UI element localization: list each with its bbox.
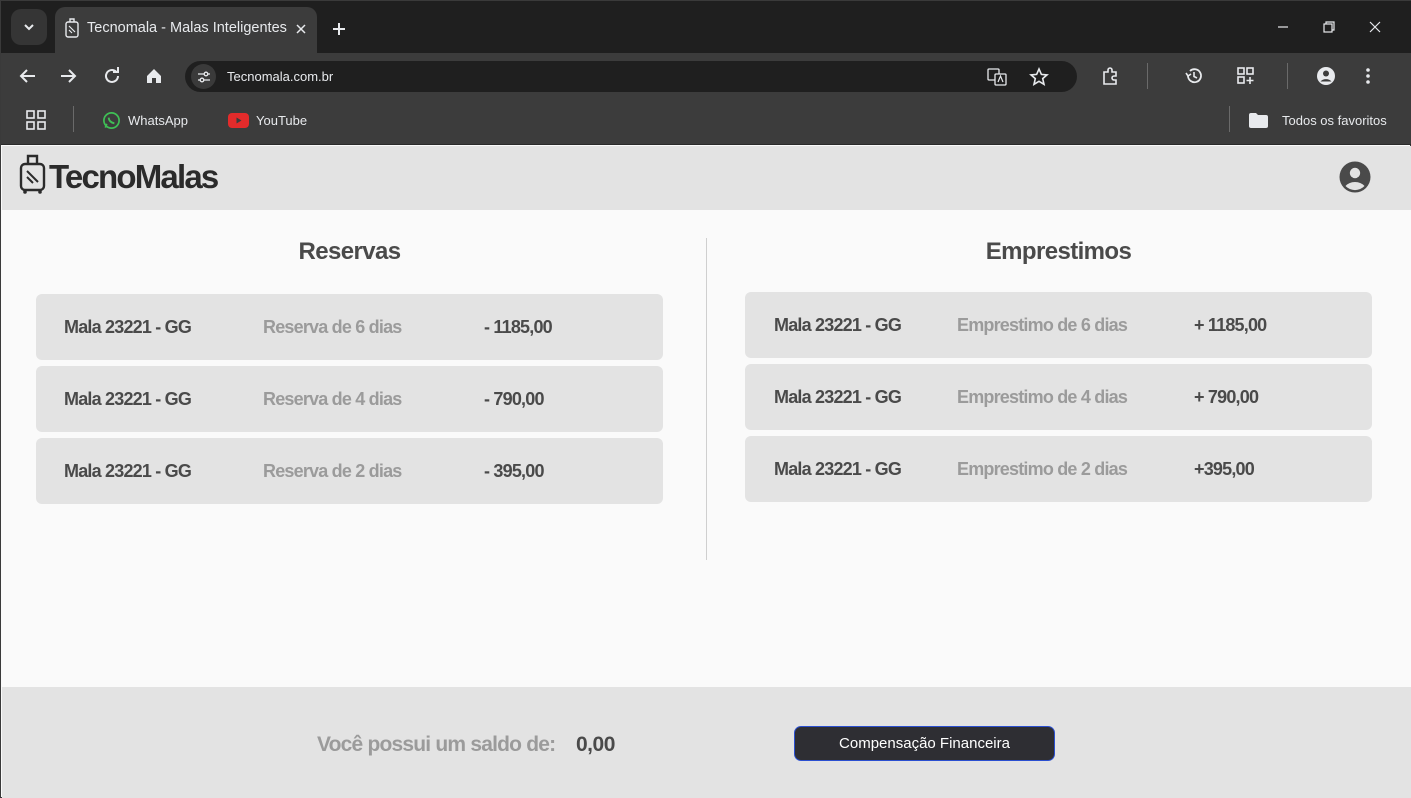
item-description: Emprestimo de 2 dias [957, 459, 1128, 479]
arrow-left-icon [19, 69, 35, 83]
new-tab-button[interactable] [327, 17, 351, 41]
section-divider [706, 238, 707, 560]
grid-add-icon [1237, 67, 1254, 84]
chevron-down-icon [24, 24, 34, 31]
back-button[interactable] [15, 63, 41, 89]
plus-icon [333, 23, 345, 35]
tune-icon [197, 71, 210, 82]
apps-grid-icon[interactable] [25, 109, 47, 131]
browser-toolbar: Tecnomala.com.br [1, 53, 1411, 99]
translate-button[interactable] [985, 65, 1009, 89]
restore-button[interactable] [1317, 15, 1341, 39]
bookmark-youtube[interactable]: YouTube [228, 109, 307, 131]
emprestimo-card[interactable]: Mala 23221 - GG Emprestimo de 6 dias + 1… [745, 292, 1372, 358]
active-tab[interactable]: Tecnomala - Malas Inteligentes [55, 7, 317, 53]
page-content: TecnoMalas Reservas Mala 23221 - GG Rese… [2, 146, 1411, 798]
home-button[interactable] [141, 63, 167, 89]
item-value: + 1185,00 [1194, 315, 1267, 335]
item-value: - 1185,00 [484, 317, 553, 337]
more-vert-icon [1366, 68, 1370, 84]
item-name: Mala 23221 - GG [774, 459, 902, 479]
minimize-icon [1278, 26, 1288, 28]
item-description: Reserva de 2 dias [263, 461, 402, 481]
all-bookmarks-label: Todos os favoritos [1282, 112, 1387, 128]
close-icon [296, 24, 306, 34]
reload-button[interactable] [99, 63, 125, 89]
site-header: TecnoMalas [2, 146, 1411, 210]
reload-icon [105, 67, 119, 83]
item-name: Mala 23221 - GG [64, 389, 192, 409]
whatsapp-icon [103, 111, 120, 129]
forward-button[interactable] [55, 63, 81, 89]
item-name: Mala 23221 - GG [64, 461, 192, 481]
item-description: Reserva de 4 dias [263, 389, 402, 409]
history-button[interactable] [1181, 63, 1207, 89]
address-bar[interactable]: Tecnomala.com.br [185, 61, 1077, 92]
account-circle-icon [1317, 67, 1335, 85]
tab-close-button[interactable] [291, 19, 311, 39]
bookmarks-bar: WhatsApp YouTube Todos os favoritos [1, 99, 1411, 145]
url-text: Tecnomala.com.br [227, 69, 334, 84]
bookmark-label: WhatsApp [128, 112, 188, 128]
item-value: + 790,00 [1194, 387, 1259, 407]
item-name: Mala 23221 - GG [774, 315, 902, 335]
menu-button[interactable] [1355, 63, 1381, 89]
balance-footer: Você possui um saldo de: 0,00 Compensaçã… [2, 687, 1411, 798]
profile-button[interactable] [1313, 63, 1339, 89]
toolbar-separator [1147, 63, 1148, 89]
bookmark-star-button[interactable] [1027, 65, 1051, 89]
reserva-card[interactable]: Mala 23221 - GG Reserva de 2 dias - 395,… [36, 438, 663, 504]
item-description: Emprestimo de 6 dias [957, 315, 1128, 335]
emprestimo-card[interactable]: Mala 23221 - GG Emprestimo de 2 dias +39… [745, 436, 1372, 502]
user-profile-icon[interactable] [1338, 160, 1372, 194]
bookmark-separator [73, 106, 74, 132]
folder-icon [1249, 112, 1268, 128]
item-name: Mala 23221 - GG [64, 317, 192, 337]
history-icon [1185, 68, 1202, 84]
balance-label: Você possui um saldo de: [317, 733, 556, 756]
home-icon [147, 69, 161, 83]
youtube-icon [228, 112, 249, 128]
close-icon [1369, 21, 1381, 33]
puzzle-icon [1103, 67, 1117, 85]
tab-groups-button[interactable] [1233, 63, 1259, 89]
item-value: - 395,00 [484, 461, 544, 481]
item-description: Reserva de 6 dias [263, 317, 402, 337]
balance-value: 0,00 [576, 733, 615, 756]
emprestimos-title: Emprestimos [985, 238, 1132, 265]
item-value: +395,00 [1194, 459, 1255, 479]
bookmark-whatsapp[interactable]: WhatsApp [102, 109, 188, 131]
star-icon [1029, 67, 1049, 86]
all-bookmarks-folder[interactable]: Todos os favoritos [1249, 109, 1387, 131]
brand-logo-text[interactable]: TecnoMalas [49, 158, 219, 196]
arrow-right-icon [61, 69, 77, 83]
reserva-card[interactable]: Mala 23221 - GG Reserva de 6 dias - 1185… [36, 294, 663, 360]
suitcase-favicon-icon [65, 18, 79, 38]
translate-icon [987, 68, 1007, 86]
toolbar-separator [1287, 63, 1288, 89]
bookmark-separator [1229, 106, 1230, 132]
extensions-button[interactable] [1097, 63, 1123, 89]
reserva-card[interactable]: Mala 23221 - GG Reserva de 4 dias - 790,… [36, 366, 663, 432]
item-description: Emprestimo de 4 dias [957, 387, 1128, 407]
reservas-title: Reservas [298, 238, 402, 265]
site-settings-button[interactable] [191, 64, 216, 89]
restore-icon [1323, 21, 1335, 33]
bookmark-label: YouTube [256, 112, 308, 128]
minimize-button[interactable] [1271, 15, 1295, 39]
item-name: Mala 23221 - GG [774, 387, 902, 407]
browser-window: Tecnomala - Malas Inteligentes Tecnomala… [0, 0, 1411, 798]
tab-title: Tecnomala - Malas Inteligentes [87, 20, 287, 36]
emprestimo-card[interactable]: Mala 23221 - GG Emprestimo de 4 dias + 7… [745, 364, 1372, 430]
tab-search-button[interactable] [11, 9, 47, 45]
close-window-button[interactable] [1363, 15, 1387, 39]
item-value: - 790,00 [484, 389, 544, 409]
financial-compensation-button[interactable]: Compensação Financeira [794, 726, 1055, 761]
tab-strip: Tecnomala - Malas Inteligentes [1, 1, 1411, 53]
suitcase-logo-icon[interactable] [18, 152, 48, 194]
